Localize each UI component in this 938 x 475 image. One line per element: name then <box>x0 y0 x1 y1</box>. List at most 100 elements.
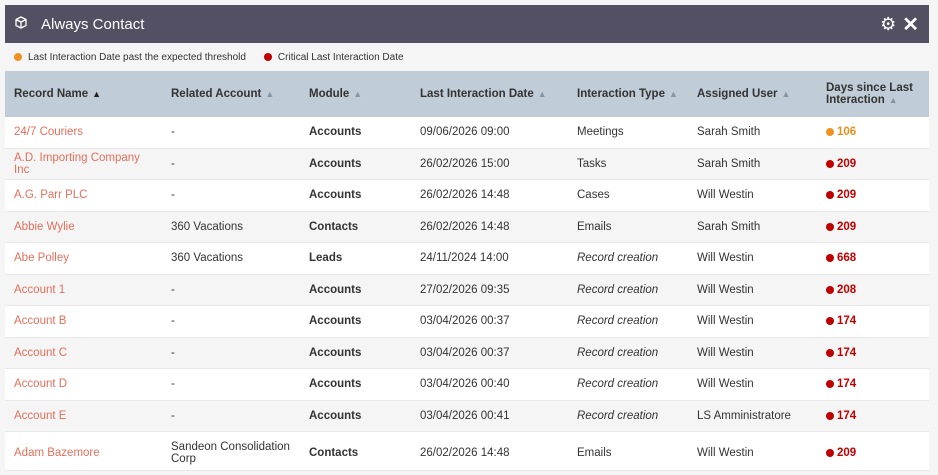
dashlet-header: Always Contact ⚙ ✕ <box>5 5 929 43</box>
related-account-cell: - <box>162 274 300 306</box>
record-name-link[interactable]: Adam Bazemore <box>5 431 162 471</box>
table-row: Account E - Accounts 03/04/2026 00:41 Record… <box>5 400 929 432</box>
red-dot-icon <box>826 159 834 168</box>
interaction-type-cell: Tasks <box>568 148 688 180</box>
red-dot-icon <box>826 285 834 294</box>
last-interaction-date-cell: 03/04/2026 00:41 <box>411 400 568 432</box>
record-name-link[interactable]: Abe Polley <box>5 242 162 275</box>
table-row: Account C - Accounts 03/04/2026 00:37 Record… <box>5 337 929 369</box>
orange-dot-icon <box>14 53 22 61</box>
days-since-cell: 208 <box>817 274 929 306</box>
column-header-record-name[interactable]: Record Name ▲ <box>5 71 162 117</box>
days-value: 209 <box>837 189 857 202</box>
red-dot-icon <box>826 317 834 326</box>
table-row: Abe Polley 360 Vacations Leads 24/11/2024 1… <box>5 242 929 275</box>
column-header-interaction-type[interactable]: Interaction Type ▲ <box>568 71 688 117</box>
table-row: Abbie Wylie 360 Vacations Contacts 26/02/20… <box>5 211 929 243</box>
column-header-related-account[interactable]: Related Account ▲ <box>162 71 300 117</box>
module-cell: Accounts <box>300 179 411 212</box>
days-value: 209 <box>837 157 857 170</box>
days-value: 174 <box>837 409 857 422</box>
sort-up-icon[interactable]: ▲ <box>265 89 274 99</box>
interaction-type-cell: Meetings <box>568 117 688 149</box>
related-account-cell: - <box>162 117 300 149</box>
last-interaction-date-cell: 27/02/2026 09:35 <box>411 274 568 306</box>
interaction-type-cell: Record creation <box>568 242 688 275</box>
table-row: Adam Bazemore Sandeon Consolidation Corp C… <box>5 431 929 471</box>
days-value: 174 <box>837 315 857 328</box>
record-name-link[interactable]: Account 1 <box>5 274 162 306</box>
sort-up-icon[interactable]: ▲ <box>353 89 362 99</box>
last-interaction-date-cell: 09/06/2026 09:00 <box>411 117 568 149</box>
assigned-user-cell: Will Westin <box>688 337 817 369</box>
record-name-link[interactable]: Account E <box>5 400 162 432</box>
days-since-cell: 174 <box>817 368 929 401</box>
days-since-cell: 174 <box>817 337 929 369</box>
column-header-days-since[interactable]: Days since Last Interaction ▲ <box>817 71 929 117</box>
assigned-user-cell: Will Westin <box>688 305 817 338</box>
days-value: 208 <box>837 283 857 296</box>
record-name-link[interactable]: Abbie Wylie <box>5 211 162 243</box>
legend-item-critical: Critical Last Interaction Date <box>263 52 404 63</box>
gear-icon[interactable]: ⚙ <box>880 14 896 35</box>
interaction-type-cell: Record creation <box>568 337 688 369</box>
legend-item-threshold: Last Interaction Date past the expected … <box>14 52 246 63</box>
module-cell: Accounts <box>300 274 411 306</box>
interaction-type-cell: Cases <box>568 179 688 212</box>
sort-up-icon[interactable]: ▲ <box>538 89 547 99</box>
red-dot-icon <box>826 348 834 357</box>
interaction-type-cell: Emails <box>568 431 688 471</box>
sort-up-icon[interactable]: ▲ <box>669 89 678 99</box>
days-since-cell: 106 <box>817 117 929 149</box>
related-account-cell: - <box>162 368 300 401</box>
last-interaction-date-cell: 03/04/2026 00:37 <box>411 337 568 369</box>
legend: Last Interaction Date past the expected … <box>5 43 929 71</box>
record-name-link[interactable]: 24/7 Couriers <box>5 117 162 149</box>
assigned-user-cell: Will Westin <box>688 368 817 401</box>
days-value: 209 <box>837 447 857 459</box>
related-account-cell: - <box>162 400 300 432</box>
assigned-user-cell: LS Amministratore <box>688 400 817 432</box>
module-cell: Accounts <box>300 305 411 338</box>
red-dot-icon <box>826 411 834 420</box>
records-table: Record Name ▲ Related Account ▲ Module ▲ La… <box>5 71 929 471</box>
days-since-cell: 209 <box>817 431 929 471</box>
column-header-assigned-user[interactable]: Assigned User ▲ <box>688 71 817 117</box>
table-row: A.G. Parr PLC - Accounts 26/02/2026 14:48 Ca… <box>5 179 929 212</box>
module-cell: Accounts <box>300 148 411 180</box>
interaction-type-cell: Record creation <box>568 274 688 306</box>
red-dot-icon <box>263 53 272 61</box>
days-since-cell: 209 <box>817 148 929 180</box>
module-cell: Contacts <box>300 431 411 471</box>
assigned-user-cell: Will Westin <box>688 431 817 471</box>
sort-up-icon[interactable]: ▲ <box>92 89 101 99</box>
assigned-user-cell: Sarah Smith <box>688 148 817 180</box>
days-value: 174 <box>837 346 857 359</box>
module-cell: Accounts <box>300 117 411 149</box>
days-since-cell: 209 <box>817 179 929 212</box>
related-account-cell: Sandeon Consolidation Corp <box>162 431 300 471</box>
column-header-last-interaction-date[interactable]: Last Interaction Date ▲ <box>411 71 568 117</box>
record-name-link[interactable]: Account B <box>5 305 162 338</box>
last-interaction-date-cell: 26/02/2026 14:48 <box>411 179 568 212</box>
days-value: 106 <box>837 126 857 139</box>
record-name-link[interactable]: Account D <box>5 368 162 401</box>
interaction-type-cell: Record creation <box>568 305 688 338</box>
table-row: Account B - Accounts 03/04/2026 00:37 Record… <box>5 305 929 338</box>
days-since-cell: 209 <box>817 211 929 243</box>
last-interaction-date-cell: 26/02/2026 14:48 <box>411 211 568 243</box>
last-interaction-date-cell: 03/04/2026 00:37 <box>411 305 568 338</box>
close-icon[interactable]: ✕ <box>902 12 919 37</box>
column-header-module[interactable]: Module ▲ <box>300 71 411 117</box>
record-name-link[interactable]: Account C <box>5 337 162 369</box>
sort-up-icon[interactable]: ▲ <box>889 95 898 105</box>
assigned-user-cell: Sarah Smith <box>688 117 817 149</box>
interaction-type-cell: Emails <box>568 211 688 243</box>
record-name-link[interactable]: A.G. Parr PLC <box>5 179 162 212</box>
assigned-user-cell: Will Westin <box>688 179 817 212</box>
record-name-link[interactable]: A.D. Importing Company Inc <box>5 148 162 180</box>
sort-up-icon[interactable]: ▲ <box>782 89 791 99</box>
last-interaction-date-cell: 26/02/2026 15:00 <box>411 148 568 180</box>
assigned-user-cell: Sarah Smith <box>688 211 817 243</box>
table-header-row: Record Name ▲ Related Account ▲ Module ▲ La… <box>5 71 929 117</box>
